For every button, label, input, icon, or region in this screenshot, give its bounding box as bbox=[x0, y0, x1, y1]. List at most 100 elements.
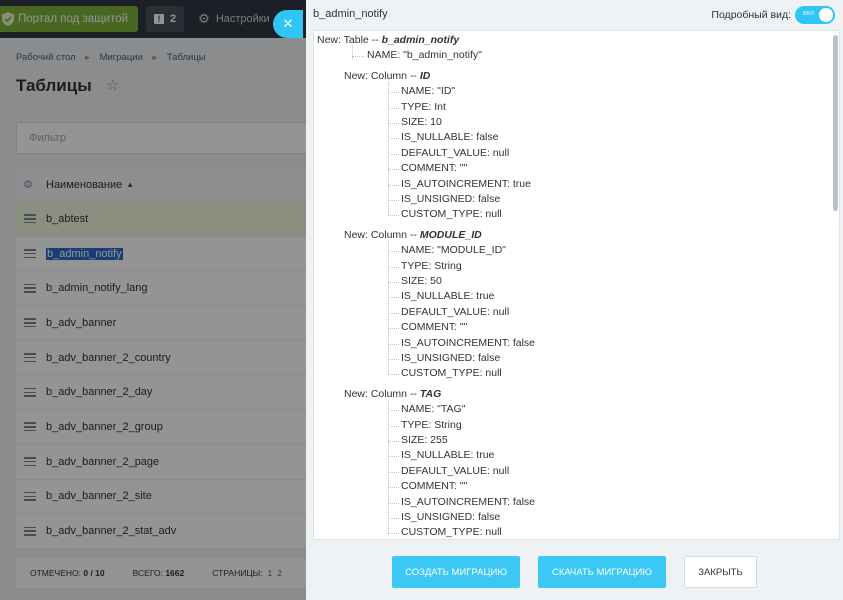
tree-column-node-name: TAG bbox=[419, 387, 442, 400]
tree-column-node-text: New: Column -- bbox=[344, 387, 420, 400]
tree-guide bbox=[388, 200, 399, 201]
tree-column-prop: TYPE: String bbox=[401, 259, 462, 273]
tree-guide bbox=[388, 328, 399, 330]
tree-column-prop-text: NAME: "TAG" bbox=[401, 403, 466, 416]
tree-column-prop: IS_UNSIGNED: false bbox=[401, 351, 500, 365]
tree-column-node-text: New: Column -- bbox=[344, 69, 420, 82]
tree-column-prop-text: DEFAULT_VALUE: null bbox=[401, 305, 510, 318]
tree-guide bbox=[388, 359, 399, 360]
tree-column-prop-text: SIZE: 255 bbox=[401, 434, 448, 446]
create-migration-button[interactable]: СОЗДАТЬ МИГРАЦИЮ bbox=[392, 556, 520, 588]
tree-column-prop: IS_AUTOINCREMENT: false bbox=[401, 336, 535, 350]
tree-column-prop-text: IS_AUTOINCREMENT: true bbox=[401, 177, 531, 190]
tree-column-prop: CUSTOM_TYPE: null bbox=[401, 207, 502, 221]
side-panel: b_admin_notify Подробный вид: вкл New: T… bbox=[306, 0, 843, 600]
tree-table-attr: NAME: "b_admin_notify" bbox=[367, 48, 482, 62]
tree-guide bbox=[388, 487, 399, 489]
toggle-knob bbox=[819, 8, 833, 22]
tree-column-prop: COMMENT: "" bbox=[401, 479, 467, 493]
tree-column-prop-text: IS_NULLABLE: false bbox=[401, 131, 499, 144]
tree-guide bbox=[388, 502, 399, 504]
tree-guide bbox=[388, 312, 399, 314]
tree-guide bbox=[388, 215, 399, 217]
close-button[interactable]: ЗАКРЫТЬ bbox=[684, 556, 757, 588]
tree-guide bbox=[388, 107, 399, 109]
tree-column-prop-text: SIZE: 50 bbox=[401, 275, 442, 287]
tree-column-prop: IS_NULLABLE: true bbox=[401, 289, 494, 303]
tree-column-prop: TYPE: String bbox=[401, 418, 462, 432]
tree-content: New: Table -- b_admin_notify NAME: "b_adm… bbox=[314, 31, 830, 539]
tree-column-prop: CUSTOM_TYPE: null bbox=[401, 366, 502, 380]
tree-guide bbox=[388, 266, 399, 268]
tree-guide bbox=[388, 123, 399, 124]
tree-column-node: New: Column -- TAG bbox=[344, 387, 441, 401]
tree-column-prop-text: NAME: "MODULE_ID" bbox=[401, 244, 506, 257]
panel-title: b_admin_notify bbox=[313, 8, 388, 20]
detail-view-label: Подробный вид: bbox=[711, 9, 791, 21]
download-migration-button[interactable]: СКАЧАТЬ МИГРАЦИЮ bbox=[538, 556, 666, 588]
tree-guide bbox=[352, 56, 364, 58]
tree-column-prop: DEFAULT_VALUE: null bbox=[401, 146, 509, 160]
tree-column-prop-text: IS_NULLABLE: true bbox=[401, 290, 495, 303]
close-icon: ✕ bbox=[282, 16, 294, 31]
tree-guide bbox=[388, 251, 399, 253]
tree-column-prop: DEFAULT_VALUE: null bbox=[401, 305, 509, 319]
close-panel-button[interactable]: ✕ bbox=[273, 10, 303, 38]
tree-guide bbox=[388, 138, 399, 140]
tree-guide bbox=[352, 45, 353, 61]
tree-guide bbox=[388, 81, 389, 216]
tree-guide bbox=[388, 456, 399, 458]
tree-column-prop-text: COMMENT: "" bbox=[401, 321, 468, 334]
tree-column-prop: IS_NULLABLE: true bbox=[401, 448, 494, 462]
tree-column-prop: IS_AUTOINCREMENT: true bbox=[401, 177, 531, 191]
modal-overlay[interactable] bbox=[0, 0, 306, 600]
tree-column-prop: CUSTOM_TYPE: null bbox=[401, 525, 502, 539]
tree-guide bbox=[388, 533, 399, 535]
tree-guide bbox=[388, 240, 389, 375]
tree-guide bbox=[388, 374, 399, 376]
detail-view-toggle[interactable]: вкл bbox=[795, 6, 835, 24]
tree-column-prop-text: DEFAULT_VALUE: null bbox=[401, 464, 510, 477]
tree-column-prop-text: COMMENT: "" bbox=[401, 480, 468, 493]
panel-buttons: СОЗДАТЬ МИГРАЦИЮ СКАЧАТЬ МИГРАЦИЮ ЗАКРЫТ… bbox=[306, 556, 843, 588]
scrollbar[interactable] bbox=[833, 35, 838, 211]
tree-column-node-name: ID bbox=[419, 69, 431, 82]
tree-guide bbox=[388, 92, 399, 94]
tree-column-prop: NAME: "MODULE_ID" bbox=[401, 243, 506, 257]
tree-table-node-text: New: Table -- bbox=[317, 34, 382, 46]
tree-guide bbox=[388, 471, 399, 473]
tree-column-prop: IS_UNSIGNED: false bbox=[401, 192, 500, 206]
tree-column-prop: NAME: "ID" bbox=[401, 84, 455, 98]
tree-table-attr-text: NAME: "b_admin_notify" bbox=[367, 49, 482, 62]
tree-column-prop: SIZE: 10 bbox=[401, 115, 442, 129]
tree-column-prop: NAME: "TAG" bbox=[401, 402, 465, 416]
tree-guide bbox=[388, 410, 399, 412]
tree-guide bbox=[388, 441, 399, 442]
tree-column-prop: SIZE: 50 bbox=[401, 274, 442, 288]
tree-column-prop-text: CUSTOM_TYPE: null bbox=[401, 526, 502, 539]
tree-column-prop-text: TYPE: String bbox=[401, 418, 462, 431]
tree-column-node: New: Column -- MODULE_ID bbox=[344, 228, 482, 242]
tree-column-prop-text: TYPE: String bbox=[401, 259, 462, 272]
toggle-label: вкл bbox=[803, 10, 814, 17]
tree-column-prop: IS_AUTOINCREMENT: false bbox=[401, 495, 535, 509]
tree-guide bbox=[388, 425, 399, 427]
tree-column-prop-text: TYPE: Int bbox=[401, 100, 446, 113]
tree-guide bbox=[388, 399, 389, 534]
tree-column-prop: TYPE: Int bbox=[401, 100, 446, 114]
tree-guide bbox=[388, 282, 399, 283]
tree-guide bbox=[388, 153, 399, 155]
tree-guide bbox=[388, 518, 399, 519]
tree-column-prop-text: IS_NULLABLE: true bbox=[401, 449, 495, 462]
tree-column-prop-text: IS_UNSIGNED: false bbox=[401, 511, 501, 523]
tree-column-prop-text: COMMENT: "" bbox=[401, 162, 468, 175]
tree-column-prop-text: IS_AUTOINCREMENT: false bbox=[401, 336, 536, 349]
tree-guide bbox=[388, 184, 399, 186]
tree-column-prop-text: DEFAULT_VALUE: null bbox=[401, 146, 510, 159]
tree-column-prop: COMMENT: "" bbox=[401, 161, 467, 175]
tree-guide bbox=[388, 343, 399, 345]
tree-guide bbox=[388, 297, 399, 299]
tree-column-prop: DEFAULT_VALUE: null bbox=[401, 464, 509, 478]
tree-column-prop-text: CUSTOM_TYPE: null bbox=[401, 208, 502, 221]
tree-table-node: New: Table -- b_admin_notify bbox=[317, 33, 459, 47]
